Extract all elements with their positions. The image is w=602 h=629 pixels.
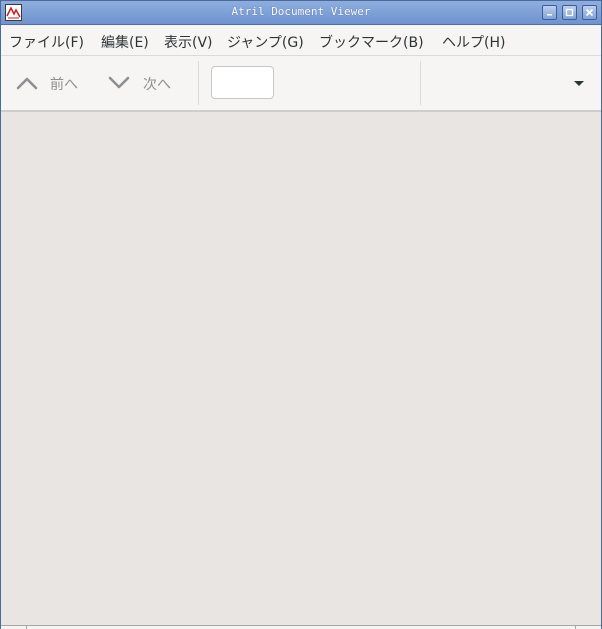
close-button[interactable] xyxy=(582,5,597,20)
previous-page-button[interactable]: 前へ xyxy=(9,56,91,110)
app-window: Atril Document Viewer ファイル(F) 編集(E) 表示(V… xyxy=(0,0,602,629)
toolbar-separator xyxy=(198,61,199,105)
menu-bar: ファイル(F) 編集(E) 表示(V) ジャンプ(G) ブックマーク(B) ヘル… xyxy=(1,25,601,56)
menu-file[interactable]: ファイル(F) xyxy=(9,32,84,52)
minimize-button[interactable] xyxy=(542,5,557,20)
menu-help[interactable]: ヘルプ(H) xyxy=(442,32,505,52)
chevron-up-icon xyxy=(15,73,39,97)
toolbar-dropdown-button[interactable] xyxy=(567,74,591,92)
chevron-down-icon xyxy=(107,73,131,97)
menu-view[interactable]: 表示(V) xyxy=(164,32,213,52)
triangle-down-icon xyxy=(567,77,591,96)
maximize-button[interactable] xyxy=(562,5,577,20)
menu-go[interactable]: ジャンプ(G) xyxy=(227,32,304,52)
next-page-label: 次へ xyxy=(143,77,171,93)
previous-page-label: 前へ xyxy=(50,77,78,93)
title-bar[interactable]: Atril Document Viewer xyxy=(1,1,601,25)
menu-bookmarks[interactable]: ブックマーク(B) xyxy=(319,32,424,52)
page-number-input[interactable] xyxy=(211,66,274,99)
toolbar-separator xyxy=(420,61,421,105)
menu-edit[interactable]: 編集(E) xyxy=(101,32,149,52)
next-page-button[interactable]: 次へ xyxy=(101,56,183,110)
status-bar xyxy=(1,625,601,629)
window-title: Atril Document Viewer xyxy=(231,5,371,18)
document-view[interactable] xyxy=(1,111,601,626)
toolbar: 前へ 次へ xyxy=(1,56,601,111)
